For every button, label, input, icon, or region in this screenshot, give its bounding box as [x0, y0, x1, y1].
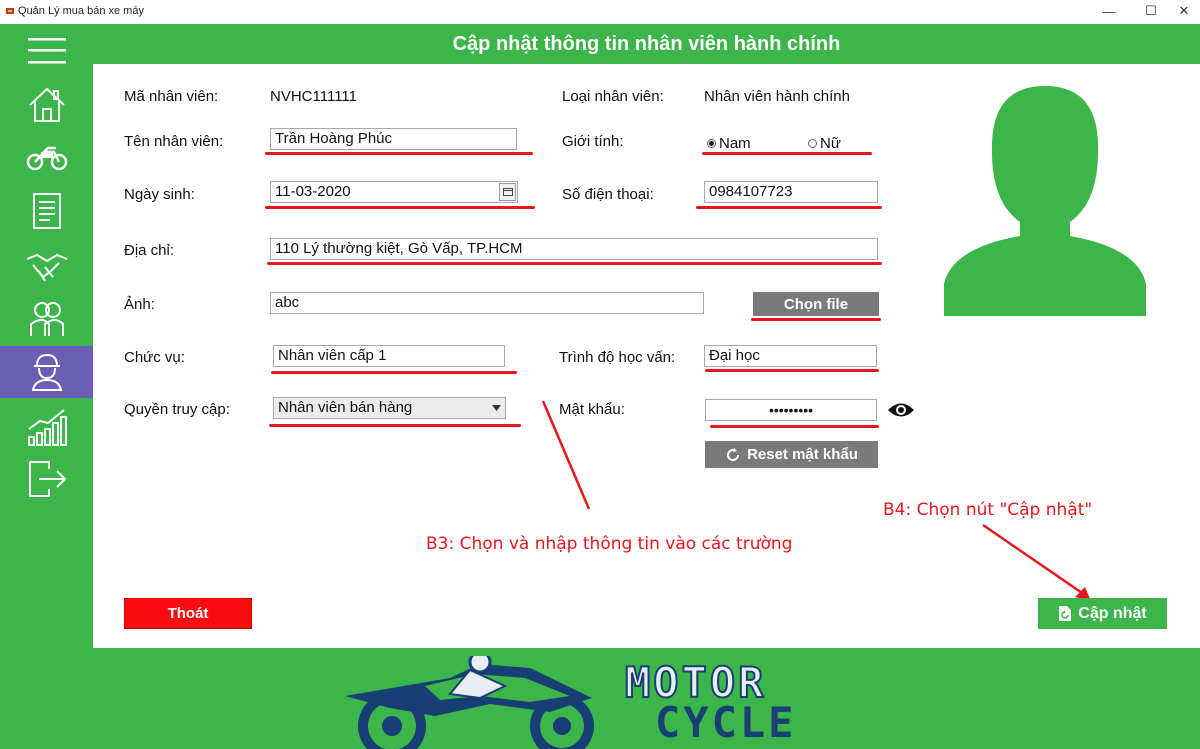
calendar-icon [502, 188, 513, 196]
photo-label: Ảnh: [124, 296, 155, 313]
annotation-arrow [982, 523, 1091, 601]
show-password-button[interactable] [887, 401, 915, 424]
menu-icon [27, 38, 66, 64]
handshake-icon [26, 253, 67, 282]
name-label: Tên nhân viên: [124, 133, 224, 150]
education-input[interactable]: Đại học [704, 345, 877, 367]
education-label: Trình độ học vấn: [559, 349, 676, 366]
birthdate-input[interactable]: 11-03-2020 [270, 181, 518, 203]
radio-unchecked-icon [808, 139, 817, 148]
password-input[interactable]: ••••••••• [705, 399, 877, 421]
position-label: Chức vụ: [124, 349, 185, 366]
annotation-arrow [541, 400, 591, 510]
step3-annotation: B3: Chọn và nhập thông tin vào các trườn… [426, 534, 793, 554]
logo-text-cycle: CYCLE [655, 698, 797, 747]
employee-id-label: Mã nhân viên: [124, 88, 219, 105]
employee-icon [31, 353, 62, 391]
window-titlebar: Quản Lý mua bán xe máy — ☐ ✕ [0, 0, 1200, 24]
minimize-button[interactable]: — [1091, 0, 1127, 22]
phone-input[interactable]: 0984107723 [704, 181, 878, 203]
choose-file-button[interactable]: Chọn file [753, 292, 879, 316]
position-input[interactable]: Nhân viên cấp 1 [273, 345, 505, 367]
gender-label: Giới tính: [562, 133, 624, 150]
sidebar-item-customers[interactable] [0, 294, 93, 344]
chevron-down-icon [491, 405, 501, 411]
sidebar-item-deals[interactable] [0, 242, 93, 292]
annotation-underline [751, 318, 881, 321]
address-input[interactable]: 110 Lý thường kiệt, Gò Vấp, TP.HCM [270, 238, 878, 260]
date-picker-button[interactable] [499, 183, 516, 201]
employee-type-value: Nhân viên hành chính [704, 88, 850, 105]
annotation-underline [269, 424, 521, 427]
document-icon [32, 193, 61, 229]
logout-icon [28, 461, 66, 497]
statistics-icon [27, 409, 67, 446]
footer-logo: MOTOR CYCLE [325, 656, 975, 749]
photo-path-input[interactable]: abc [270, 292, 704, 314]
reset-password-button[interactable]: Reset mật khẩu [705, 441, 878, 468]
update-label: Cập nhật [1078, 604, 1147, 622]
annotation-underline [267, 262, 882, 265]
gender-male-radio[interactable]: Nam [707, 135, 751, 152]
home-icon [28, 87, 65, 122]
app-icon [6, 8, 14, 14]
refresh-icon [727, 447, 740, 461]
phone-label: Số điện thoại: [562, 186, 654, 203]
name-input[interactable]: Trần Hoàng Phúc [270, 128, 517, 150]
sidebar-item-statistics[interactable] [0, 402, 93, 452]
sidebar-item-logout[interactable] [0, 454, 93, 504]
access-label: Quyền truy cập: [124, 401, 230, 418]
gender-male-label: Nam [719, 135, 751, 152]
close-button[interactable]: ✕ [1166, 0, 1200, 22]
annotation-underline [271, 371, 517, 374]
access-select-value: Nhân viên bán hàng [278, 399, 413, 416]
update-button[interactable]: Cập nhật [1038, 598, 1167, 629]
access-select[interactable]: Nhân viên bán hàng [273, 397, 506, 419]
dropdown-button[interactable] [488, 399, 504, 417]
motorcycle-icon [26, 146, 67, 171]
annotation-underline [705, 369, 879, 372]
motorcycle-logo-icon [345, 656, 594, 749]
radio-checked-icon [707, 139, 716, 148]
step4-annotation: B4: Chọn nút "Cập nhật" [883, 500, 1093, 520]
sidebar-item-employees[interactable] [0, 346, 93, 398]
sidebar [0, 24, 93, 649]
birthdate-label: Ngày sinh: [124, 186, 195, 203]
maximize-button[interactable]: ☐ [1133, 0, 1169, 22]
annotation-underline [710, 425, 879, 428]
annotation-underline [265, 152, 533, 155]
address-label: Địa chỉ: [124, 242, 175, 259]
update-icon [1059, 606, 1072, 621]
avatar [944, 86, 1146, 316]
employee-type-label: Loại nhân viên: [562, 88, 664, 105]
page-title: Cập nhật thông tin nhân viên hành chính [452, 32, 841, 55]
annotation-underline [265, 206, 535, 209]
customers-icon [29, 302, 64, 336]
menu-button[interactable] [0, 26, 93, 76]
reset-password-label: Reset mật khẩu [747, 446, 858, 463]
gender-female-label: Nữ [820, 135, 841, 152]
eye-icon [888, 403, 914, 417]
employee-id-value: NVHC111111 [270, 88, 357, 105]
annotation-underline [696, 206, 882, 209]
sidebar-item-motorcycle[interactable] [0, 132, 93, 182]
annotation-underline [702, 152, 872, 155]
window-title: Quản Lý mua bán xe máy [18, 5, 144, 17]
sidebar-item-home[interactable] [0, 80, 93, 130]
sidebar-item-invoices[interactable] [0, 186, 93, 236]
form-panel: Mã nhân viên: NVHC111111 Loại nhân viên:… [93, 64, 1200, 648]
gender-female-radio[interactable]: Nữ [808, 135, 841, 152]
exit-button[interactable]: Thoát [124, 598, 252, 629]
